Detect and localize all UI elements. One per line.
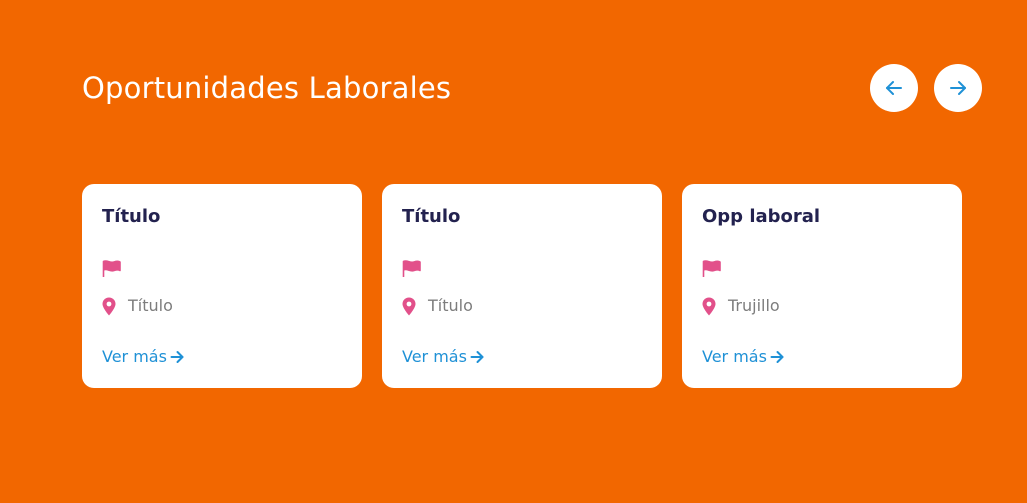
job-card-title: Título <box>102 206 161 227</box>
location-pin-icon <box>702 297 716 316</box>
arrow-right-icon <box>948 78 968 98</box>
job-card: Título Título Ver más <box>382 184 662 388</box>
job-card-category <box>702 259 721 277</box>
job-card-location-text: Título <box>428 296 473 315</box>
job-card-location: Título <box>402 295 473 317</box>
carousel-prev-button[interactable] <box>870 64 918 112</box>
see-more-link[interactable]: Ver más <box>102 346 184 368</box>
job-card-location-text: Título <box>128 296 173 315</box>
section-title: Oportunidades Laborales <box>82 71 452 105</box>
arrow-right-icon <box>470 350 484 364</box>
arrow-left-icon <box>884 78 904 98</box>
carousel-next-button[interactable] <box>934 64 982 112</box>
job-cards-carousel: Título Título Ver más Título Título Ver … <box>82 184 962 388</box>
job-card-title: Título <box>402 206 461 227</box>
location-pin-icon <box>102 297 116 316</box>
see-more-link[interactable]: Ver más <box>702 346 784 368</box>
see-more-link[interactable]: Ver más <box>402 346 484 368</box>
flag-icon <box>702 259 721 277</box>
see-more-label: Ver más <box>102 347 167 366</box>
job-card-location-text: Trujillo <box>728 296 780 315</box>
see-more-label: Ver más <box>402 347 467 366</box>
job-card-location: Trujillo <box>702 295 780 317</box>
job-card: Opp laboral Trujillo Ver más <box>682 184 962 388</box>
see-more-label: Ver más <box>702 347 767 366</box>
job-card: Título Título Ver más <box>82 184 362 388</box>
flag-icon <box>102 259 121 277</box>
arrow-right-icon <box>770 350 784 364</box>
arrow-right-icon <box>170 350 184 364</box>
job-card-category <box>402 259 421 277</box>
job-card-category <box>102 259 121 277</box>
flag-icon <box>402 259 421 277</box>
job-card-location: Título <box>102 295 173 317</box>
job-card-title: Opp laboral <box>702 206 821 227</box>
location-pin-icon <box>402 297 416 316</box>
